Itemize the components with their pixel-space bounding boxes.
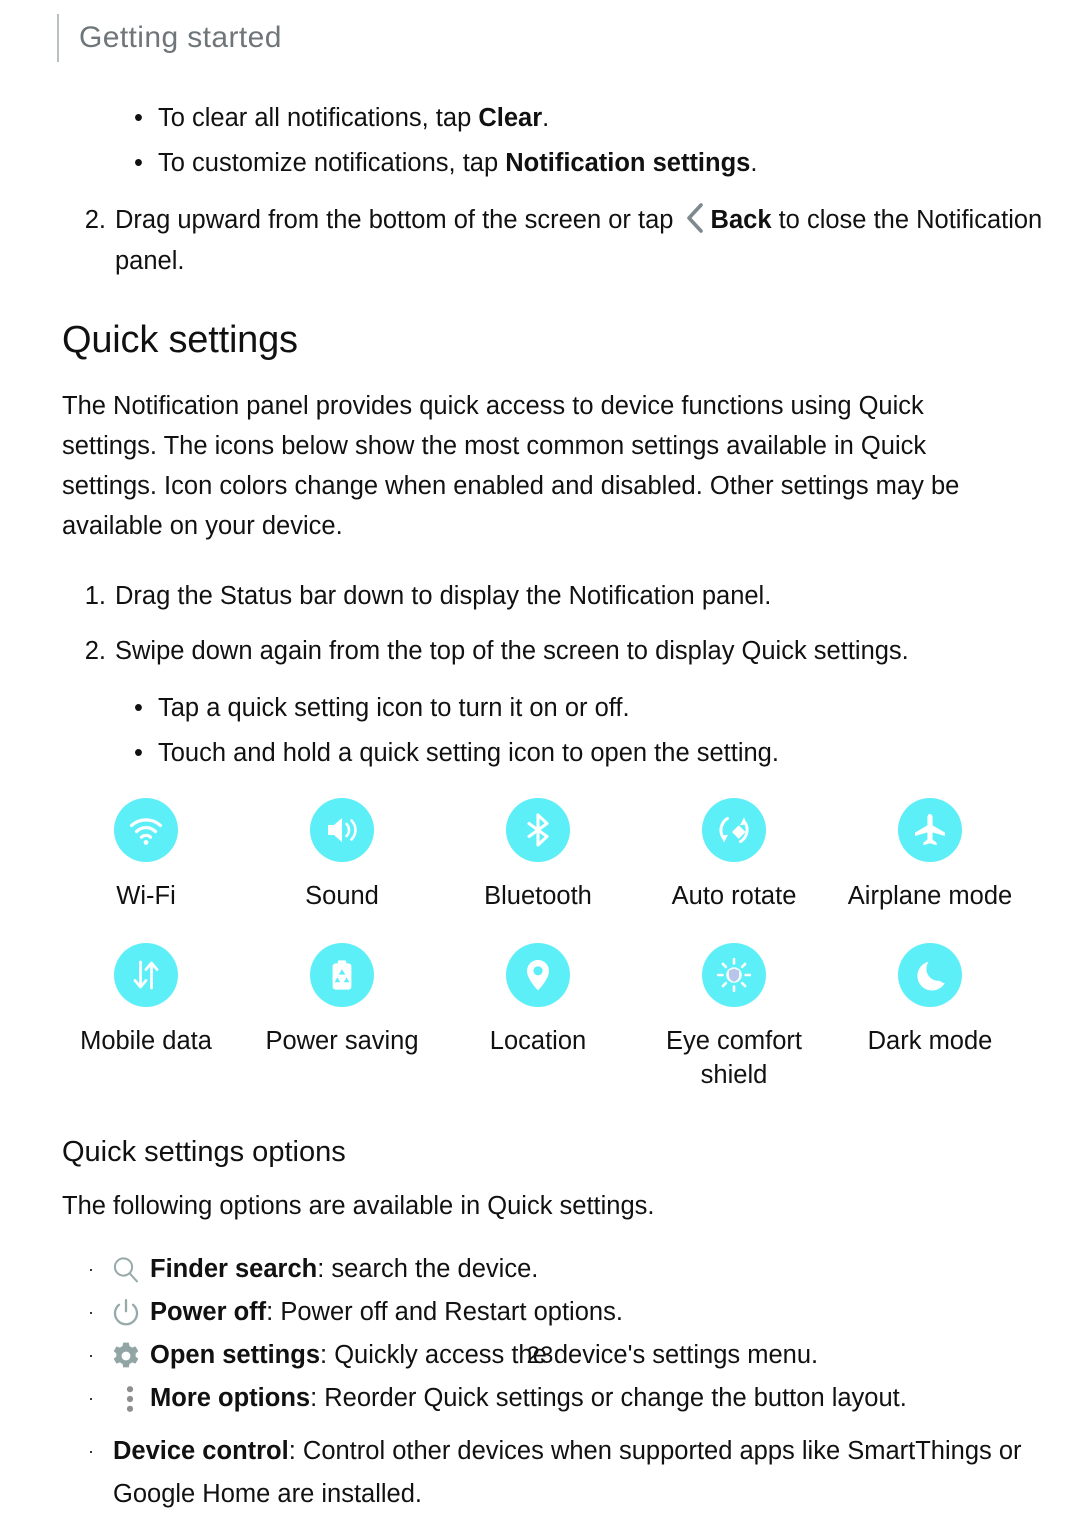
list-item: • To customize notifications, tap Notific… bbox=[130, 141, 1080, 186]
option-description: : Reorder Quick settings or change the b… bbox=[310, 1384, 907, 1412]
quick-setting-bluetooth[interactable]: Bluetooth bbox=[440, 798, 636, 913]
bullet-text: Touch and hold a quick setting icon to o… bbox=[158, 739, 779, 767]
bullet-marker: · bbox=[88, 1302, 94, 1322]
quick-setting-auto-rotate[interactable]: Auto rotate bbox=[636, 798, 832, 913]
bullet-text-post: . bbox=[750, 149, 758, 177]
quick-setting-label: Airplane mode bbox=[847, 882, 1013, 910]
airplane-icon bbox=[898, 798, 962, 862]
bullet-marker: • bbox=[134, 104, 143, 132]
list-text: Drag the Status bar down to display the … bbox=[115, 582, 772, 610]
bullet-marker: · bbox=[88, 1441, 94, 1461]
back-chevron-icon bbox=[685, 203, 705, 233]
auto-rotate-icon bbox=[702, 798, 766, 862]
page-content: • To clear all notifications, tap Clear. … bbox=[0, 96, 1080, 1516]
list-number: 2. bbox=[84, 206, 106, 234]
bullet-marker: • bbox=[134, 149, 143, 177]
bullet-text-bold: Clear bbox=[478, 104, 543, 132]
option-label: More options bbox=[150, 1384, 311, 1412]
quick-setting-label: Auto rotate bbox=[671, 882, 797, 910]
option-list-item-more-options: · More options: Reorder Quick settings o… bbox=[88, 1377, 1080, 1420]
wifi-icon bbox=[114, 798, 178, 862]
quick-setting-label: Dark mode bbox=[867, 1027, 993, 1055]
quick-setting-location[interactable]: Location bbox=[440, 943, 636, 1092]
search-icon bbox=[110, 1254, 142, 1286]
bullet-marker: · bbox=[88, 1259, 94, 1279]
quick-setting-airplane-mode[interactable]: Airplane mode bbox=[832, 798, 1028, 913]
location-icon bbox=[506, 943, 570, 1007]
running-header: Getting started bbox=[57, 14, 282, 62]
quick-setting-label: Sound bbox=[305, 882, 379, 910]
quick-setting-label: Eye comfort shield bbox=[665, 1027, 803, 1089]
bullet-text-post: . bbox=[542, 104, 550, 132]
option-description: : search the device. bbox=[317, 1255, 539, 1283]
list-number: 1. bbox=[84, 582, 106, 610]
bullet-marker: · bbox=[88, 1388, 94, 1408]
option-list-item-device-control: · Device control: Control other devices … bbox=[88, 1430, 1080, 1516]
numbered-list-item: 2. Swipe down again from the top of the s… bbox=[62, 631, 1080, 672]
list-item: • Tap a quick setting icon to turn it on … bbox=[130, 686, 1080, 731]
power-off-icon bbox=[110, 1297, 142, 1329]
list-item: • To clear all notifications, tap Clear. bbox=[130, 96, 1080, 141]
option-list-item-power-off: · Power off: Power off and Restart optio… bbox=[88, 1291, 1080, 1334]
quick-settings-icon-grid: Wi-Fi Sound Bluetooth Auto rotate Airpla… bbox=[48, 798, 1028, 913]
dark-mode-icon bbox=[898, 943, 962, 1007]
more-options-icon bbox=[114, 1383, 146, 1415]
bullet-marker: • bbox=[134, 694, 143, 722]
step-text-pre: Drag upward from the bottom of the scree… bbox=[115, 206, 681, 234]
option-label: Finder search bbox=[150, 1255, 318, 1283]
section-intro-paragraph: The Notification panel provides quick ac… bbox=[62, 392, 960, 540]
bluetooth-icon bbox=[506, 798, 570, 862]
quick-settings-icon-grid-row2: Mobile data Power saving Location Eye co… bbox=[48, 943, 1028, 1092]
bullet-text-pre: To customize notifications, tap bbox=[158, 149, 506, 177]
list-text: Swipe down again from the top of the scr… bbox=[115, 637, 909, 665]
subsection-intro-paragraph: The following options are available in Q… bbox=[62, 1192, 655, 1220]
quick-setting-label: Wi-Fi bbox=[116, 882, 176, 910]
quick-setting-eye-comfort-shield[interactable]: Eye comfort shield bbox=[636, 943, 832, 1092]
option-description: : Power off and Restart options. bbox=[266, 1298, 623, 1326]
numbered-list-item: 1. Drag the Status bar down to display th… bbox=[62, 576, 1080, 617]
option-label: Power off bbox=[150, 1298, 267, 1326]
quick-setting-power-saving[interactable]: Power saving bbox=[244, 943, 440, 1092]
list-item: • Touch and hold a quick setting icon to … bbox=[130, 731, 1080, 776]
quick-setting-dark-mode[interactable]: Dark mode bbox=[832, 943, 1028, 1092]
sound-icon bbox=[310, 798, 374, 862]
bullet-marker: • bbox=[134, 739, 143, 767]
bullet-text-bold: Notification settings bbox=[505, 149, 751, 177]
quick-setting-label: Power saving bbox=[265, 1027, 419, 1055]
page-title: Getting started bbox=[79, 21, 282, 54]
bullet-text-pre: To clear all notifications, tap bbox=[158, 104, 479, 132]
quick-setting-wifi[interactable]: Wi-Fi bbox=[48, 798, 244, 913]
bullet-text: Tap a quick setting icon to turn it on o… bbox=[158, 694, 630, 722]
option-label: Device control bbox=[113, 1437, 289, 1465]
page-number: 23 bbox=[526, 1342, 554, 1369]
subsection-heading-quick-settings-options: Quick settings options bbox=[62, 1136, 346, 1168]
quick-setting-sound[interactable]: Sound bbox=[244, 798, 440, 913]
eye-comfort-shield-icon bbox=[702, 943, 766, 1007]
quick-setting-mobile-data[interactable]: Mobile data bbox=[48, 943, 244, 1092]
list-number: 2. bbox=[84, 637, 106, 665]
quick-setting-label: Location bbox=[489, 1027, 587, 1055]
power-saving-icon bbox=[310, 943, 374, 1007]
option-list-item-finder-search: · Finder search: search the device. bbox=[88, 1248, 1080, 1291]
quick-setting-label: Bluetooth bbox=[484, 882, 592, 910]
step-text-bold: Back bbox=[710, 206, 772, 234]
section-heading-quick-settings: Quick settings bbox=[62, 319, 298, 361]
quick-setting-label: Mobile data bbox=[80, 1027, 212, 1055]
mobile-data-icon bbox=[114, 943, 178, 1007]
numbered-list-item: 2. Drag upward from the bottom of the scr… bbox=[62, 200, 1080, 282]
